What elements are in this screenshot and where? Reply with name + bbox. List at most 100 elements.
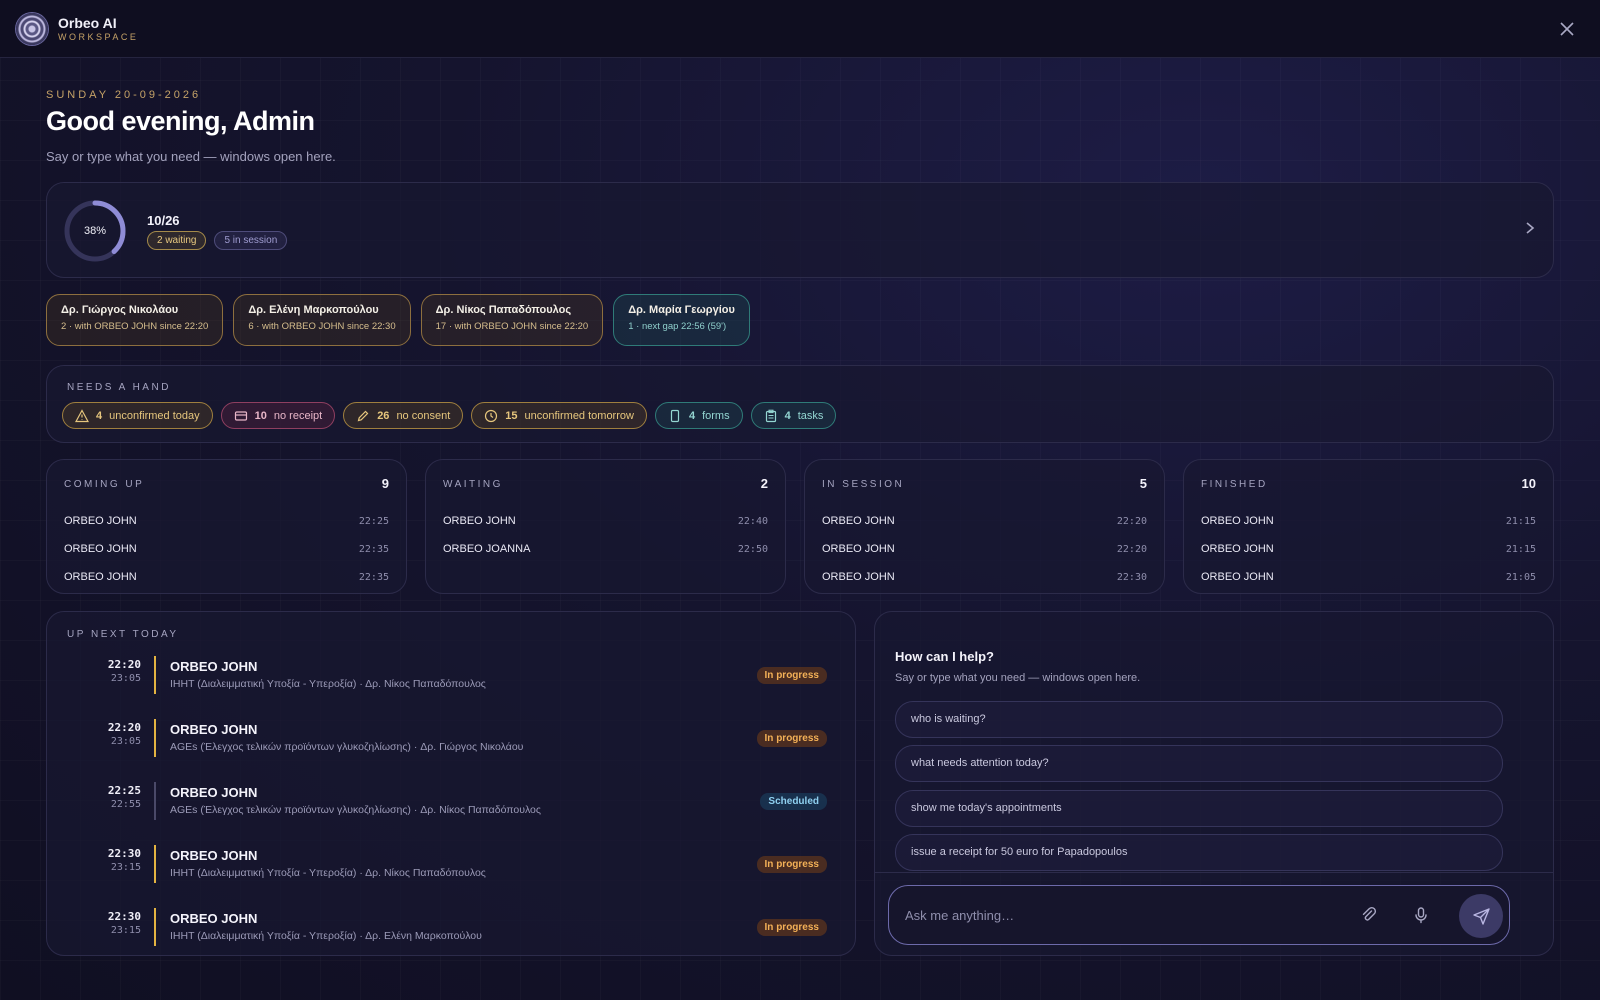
unconfirmed-tomorrow-chip[interactable]: 15 unconfirmed tomorrow (471, 402, 647, 429)
chevron-right-icon[interactable] (1525, 219, 1535, 240)
suggestion-chip[interactable]: who is waiting? (895, 701, 1503, 738)
list-item[interactable]: ORBEO JOHN 21:15 (1201, 535, 1536, 563)
send-button[interactable] (1459, 894, 1503, 938)
start-time: 22:20 (107, 658, 141, 671)
chip-label: no consent (396, 409, 451, 422)
list-item[interactable]: ORBEO JOHN 21:15 (1201, 507, 1536, 535)
section-label: NEEDS A HAND (67, 382, 171, 393)
patient-name: ORBEO JOHN (1201, 515, 1274, 527)
column-count: 9 (381, 476, 389, 491)
close-icon (1560, 22, 1574, 36)
patient-name: ORBEO JOHN (64, 515, 137, 527)
card-icon (234, 410, 247, 421)
in-session-column[interactable]: IN SESSION 5 ORBEO JOHN 22:20 ORBEO JOHN 2… (804, 459, 1165, 594)
list-item[interactable]: ORBEO JOANNA 22:50 (443, 535, 768, 563)
clipboard-icon (765, 409, 776, 422)
column-count: 2 (760, 476, 768, 491)
waiting-column[interactable]: WAITING 2 ORBEO JOHN 22:40 ORBEO JOANNA 22… (425, 459, 786, 594)
close-button[interactable] (1556, 18, 1578, 40)
status-badge: In progress (756, 919, 827, 936)
microphone-icon (1415, 907, 1427, 924)
appointment-row[interactable]: 22:25 22:55 ORBEO JOHN AGEs (Έλεγχος τελ… (47, 782, 855, 822)
time: 22:35 (358, 571, 389, 583)
top-bar: Orbeo AI WORKSPACE (0, 0, 1600, 58)
no-receipt-chip[interactable]: 10 no receipt (220, 402, 336, 429)
appointment-description: ΙΗΗΤ (Διαλειμματική Υποξία - Υπεροξία) ·… (170, 930, 482, 942)
doctor-status: 17 · with ORBEO JOHN since 22:20 (435, 321, 589, 332)
doctor-cards: Δρ. Γιώργος Νικολάου 2 · with ORBEO JOHN… (46, 294, 750, 346)
appointment-row[interactable]: 22:30 23:15 ORBEO JOHN ΙΗΗΤ (Διαλειμματι… (47, 908, 855, 948)
start-time: 22:30 (107, 847, 141, 860)
appointment-row[interactable]: 22:30 23:15 ORBEO JOHN ΙΗΗΤ (Διαλειμματι… (47, 845, 855, 885)
time: 21:15 (1505, 515, 1536, 527)
list-item[interactable]: ORBEO JOHN 21:05 (1201, 563, 1536, 591)
attach-button[interactable] (1359, 905, 1379, 925)
chip-count: 10 (254, 409, 267, 422)
appointment-row[interactable]: 22:20 23:05 ORBEO JOHN ΙΗΗΤ (Διαλειμματι… (47, 656, 855, 696)
end-time: 23:05 (110, 736, 141, 747)
status-bar (154, 908, 156, 946)
progress-percent: 38% (83, 225, 107, 237)
assistant-subtitle: Say or type what you need — windows open… (895, 672, 1141, 684)
time: 22:20 (1116, 543, 1147, 555)
column-title: COMING UP (64, 479, 145, 490)
tasks-chip[interactable]: 4 tasks (750, 402, 837, 429)
suggestion-chip[interactable]: show me today's appointments (895, 790, 1503, 827)
chip-label: unconfirmed tomorrow (524, 409, 634, 422)
doctor-card[interactable]: Δρ. Μαρία Γεωργίου 1 · next gap 22:56 (5… (613, 294, 750, 346)
doctor-card[interactable]: Δρ. Ελένη Μαρκοπούλου 6 · with ORBEO JOH… (233, 294, 411, 346)
patient-name: ORBEO JOHN (170, 785, 258, 800)
list-item[interactable]: ORBEO JOHN 22:20 (822, 535, 1147, 563)
suggestion-chip[interactable]: issue a receipt for 50 euro for Papadopo… (895, 834, 1503, 871)
status-badge: In progress (756, 667, 827, 684)
end-time: 23:05 (110, 673, 141, 684)
list-item[interactable]: ORBEO JOHN 22:30 (822, 563, 1147, 591)
suggestion-chip[interactable]: what needs attention today? (895, 745, 1503, 782)
appointment-row[interactable]: 22:20 23:05 ORBEO JOHN AGEs (Έλεγχος τελ… (47, 719, 855, 759)
no-consent-chip[interactable]: 26 no consent (343, 402, 464, 429)
patient-name: ORBEO JOHN (170, 722, 258, 737)
paperclip-icon (1362, 906, 1377, 921)
app-subtitle: WORKSPACE (58, 32, 139, 42)
list-item[interactable]: ORBEO JOHN 22:20 (822, 507, 1147, 535)
clock-icon (485, 409, 498, 422)
progress-count: 10/26 (147, 213, 180, 228)
list-item[interactable]: ORBEO JOHN 22:35 (64, 535, 389, 563)
status-bar (154, 782, 156, 820)
doctor-card[interactable]: Δρ. Γιώργος Νικολάου 2 · with ORBEO JOHN… (46, 294, 224, 346)
divider (875, 872, 1553, 873)
list-item[interactable]: ORBEO JOHN 22:40 (443, 507, 768, 535)
send-icon (1473, 908, 1490, 925)
time: 22:25 (358, 515, 389, 527)
needs-a-hand-panel: NEEDS A HAND 4 unconfirmed today 10 no r… (46, 365, 1554, 443)
app-name: Orbeo AI (58, 15, 117, 31)
appointment-description: AGEs (Έλεγχος τελικών προϊόντων γλυκοζηλ… (170, 804, 541, 816)
patient-name: ORBEO JOHN (822, 571, 895, 583)
doctor-card[interactable]: Δρ. Νίκος Παπαδόπουλος 17 · with ORBEO J… (420, 294, 604, 346)
doctor-name: Δρ. Γιώργος Νικολάου (61, 304, 179, 316)
doctor-status: 6 · with ORBEO JOHN since 22:30 (248, 321, 396, 332)
column-count: 5 (1139, 476, 1147, 491)
ask-input[interactable] (905, 904, 1345, 926)
progress-panel[interactable]: 38% 10/26 2 waiting 5 in session (46, 182, 1554, 278)
coming-up-column[interactable]: COMING UP 9 ORBEO JOHN 22:25 ORBEO JOHN 22… (46, 459, 407, 594)
chip-label: forms (702, 409, 730, 422)
column-title: FINISHED (1201, 479, 1268, 490)
patient-name: ORBEO JOHN (443, 515, 516, 527)
time: 22:40 (737, 515, 768, 527)
finished-column[interactable]: FINISHED 10 ORBEO JOHN 21:15 ORBEO JOHN 21… (1183, 459, 1554, 594)
chip-count: 4 (784, 409, 791, 422)
assistant-panel: How can I help? Say or type what you nee… (874, 611, 1554, 956)
column-title: WAITING (443, 479, 503, 490)
chip-count: 4 (96, 409, 103, 422)
start-time: 22:25 (107, 784, 141, 797)
list-item[interactable]: ORBEO JOHN 22:25 (64, 507, 389, 535)
unconfirmed-today-chip[interactable]: 4 unconfirmed today (62, 402, 213, 429)
microphone-button[interactable] (1411, 905, 1431, 925)
forms-chip[interactable]: 4 forms (654, 402, 743, 429)
patient-name: ORBEO JOHN (64, 571, 137, 583)
time: 22:50 (737, 543, 768, 555)
start-time: 22:30 (107, 910, 141, 923)
greeting-subtitle: Say or type what you need — windows open… (46, 149, 336, 164)
list-item[interactable]: ORBEO JOHN 22:35 (64, 563, 389, 591)
